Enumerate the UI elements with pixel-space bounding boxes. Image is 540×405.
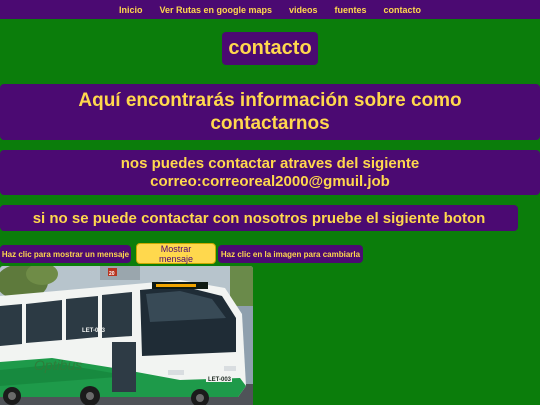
image-instruction-label: Haz clic en la imagen para cambiarla [218,245,363,263]
contact-banner: nos puedes contactar atraves del sigient… [0,150,540,195]
page-title: contacto [222,32,318,65]
nav-link-contacto[interactable]: contacto [384,5,422,15]
nav-link-videos[interactable]: videos [289,5,318,15]
contact-intro-text: nos puedes contactar atraves del sigient… [120,154,420,172]
bus-photo[interactable]: Optibus LET-003 LET-003 20 [0,266,253,405]
nav-link-rutas-maps[interactable]: Ver Rutas en google maps [159,5,272,15]
message-instruction-label: Haz clic para mostrar un mensaje [0,245,131,263]
nav-link-inicio[interactable]: Inicio [119,5,143,15]
bus-unit-number: LET-003 [82,328,106,334]
info-banner: Aquí encontrarás información sobre como … [0,84,540,140]
show-message-button[interactable]: Mostrar mensaje [136,243,216,264]
bus-front-badge: LET-003 [208,377,232,383]
bus-brand-logo: Optibus [34,357,82,373]
route-number-sign: 20 [109,271,115,277]
top-navigation: Inicio Ver Rutas en google maps videos f… [0,0,540,19]
nav-link-fuentes[interactable]: fuentes [335,5,367,15]
bus-illustration: Optibus LET-003 LET-003 20 [0,266,253,405]
contact-email-text: correo:correoreal2000@gmuil.job [150,172,390,190]
fallback-banner: si no se puede contactar con nosotros pr… [0,205,518,231]
